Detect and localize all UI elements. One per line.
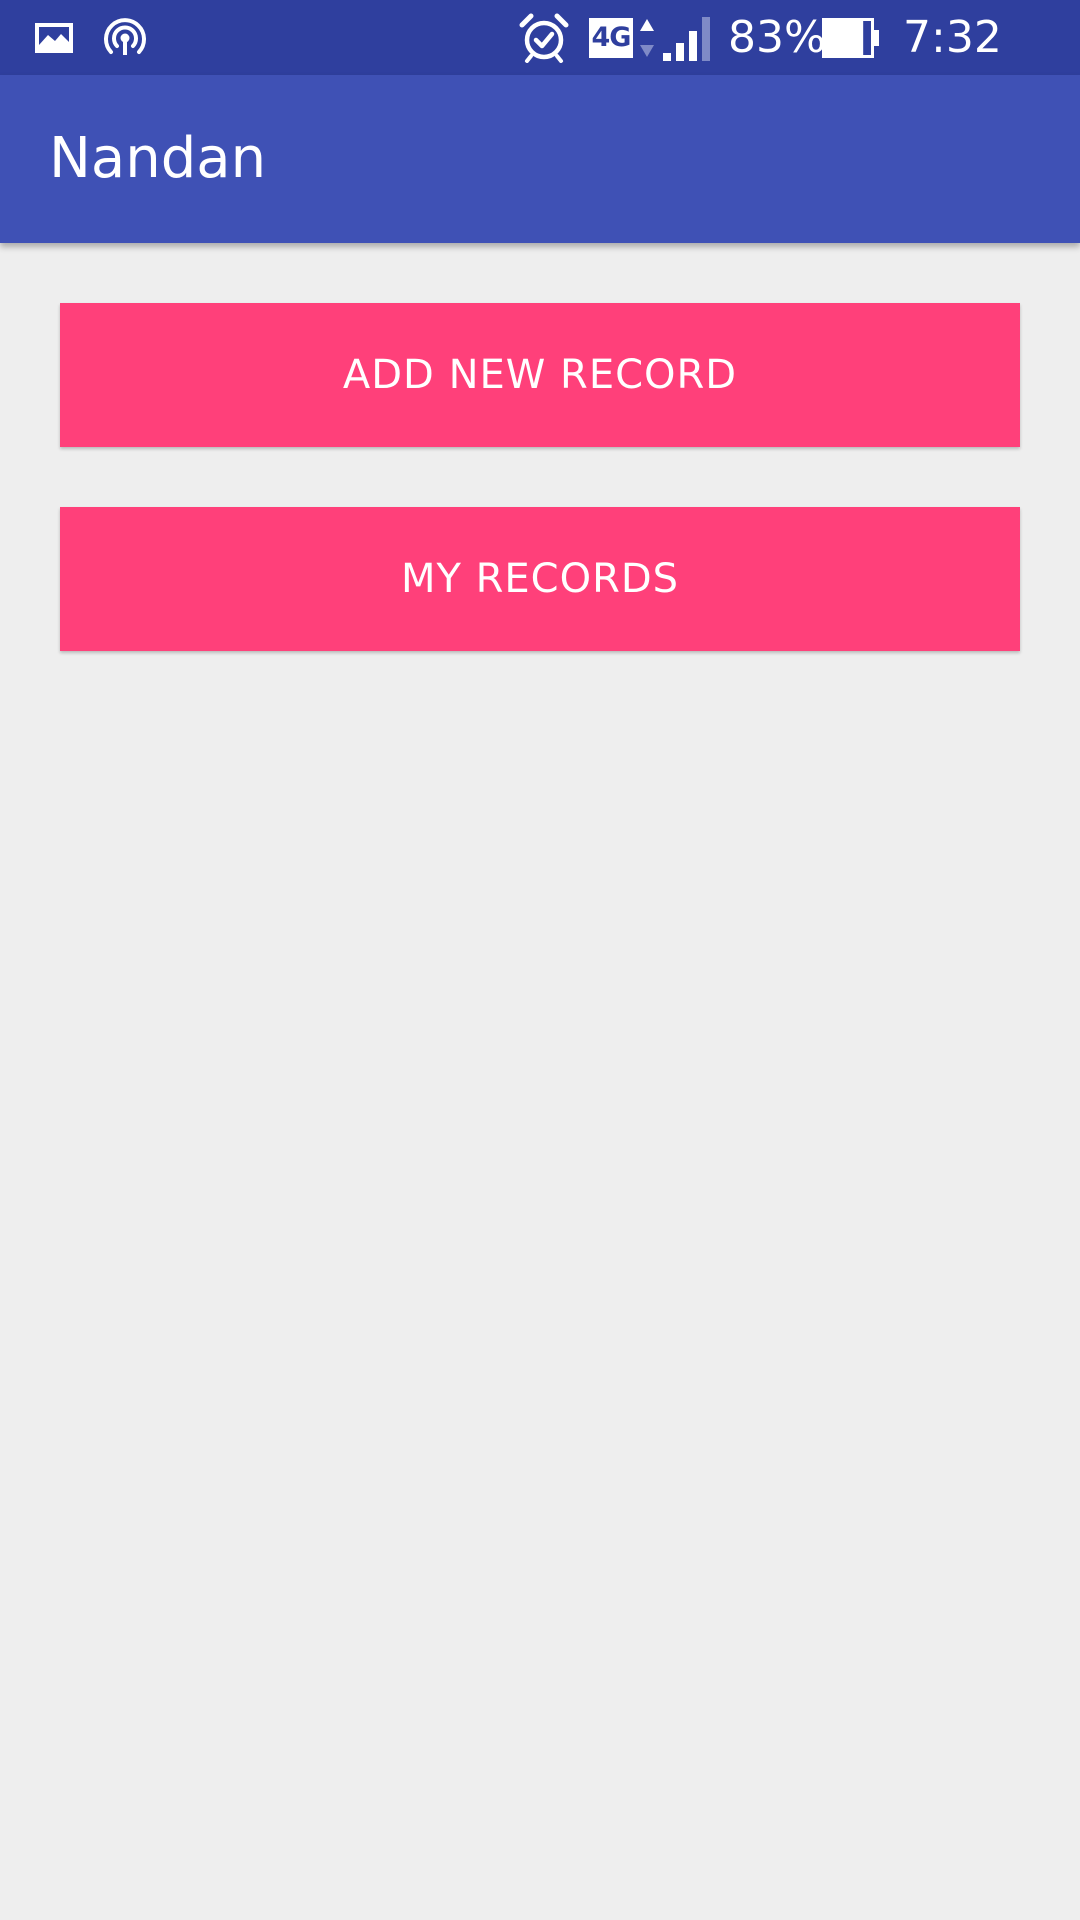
app-bar: Nandan (0, 75, 1080, 243)
app-title: Nandan (49, 126, 267, 191)
signal-bar (702, 16, 710, 61)
add-new-record-button[interactable]: ADD NEW RECORD (60, 303, 1020, 447)
my-records-label: MY RECORDS (400, 556, 680, 602)
photo-icon (33, 0, 75, 75)
clock: 7:32 PM (903, 12, 1002, 138)
battery-percent: 83% (728, 12, 826, 63)
alarm-icon (517, 0, 571, 75)
status-bar: 4G 83% 7:32 PM (0, 0, 1080, 138)
data-activity-icon (637, 0, 657, 75)
my-records-button[interactable]: MY RECORDS (60, 507, 1020, 651)
signal-bar (676, 42, 684, 61)
network-type-label: 4G (589, 17, 633, 58)
network-4g-icon: 4G (588, 0, 634, 75)
hotspot-icon (101, 0, 149, 75)
signal-icon (661, 0, 713, 75)
signal-bar (689, 30, 697, 61)
signal-bar (663, 52, 671, 61)
add-new-record-label: ADD NEW RECORD (342, 352, 738, 398)
screen: 4G 83% 7:32 PM Nandan (0, 0, 1080, 1920)
battery-icon (821, 0, 881, 75)
